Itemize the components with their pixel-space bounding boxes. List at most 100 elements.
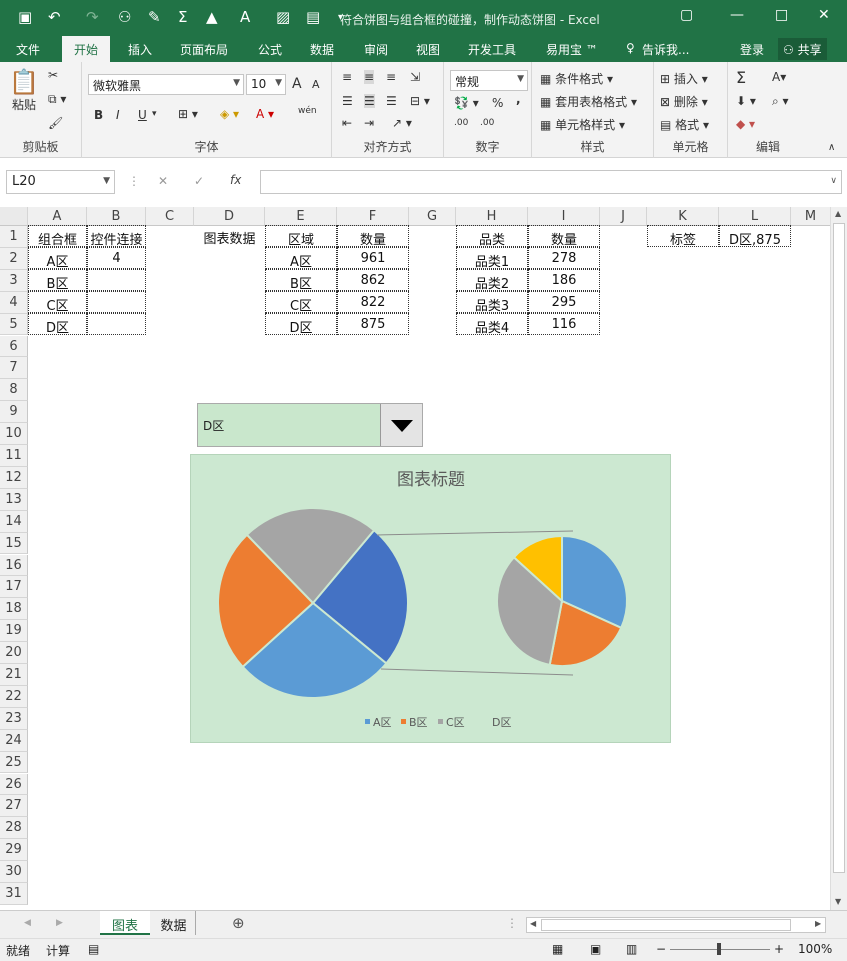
zoom-level[interactable]: 100% bbox=[798, 942, 832, 956]
column-header[interactable]: E bbox=[265, 207, 337, 226]
cell-l1[interactable]: D区,875 bbox=[719, 225, 791, 248]
scroll-down-icon[interactable]: ▼ bbox=[835, 897, 841, 906]
font-name-select[interactable]: 微软雅黑 ▼ bbox=[88, 74, 244, 95]
tab-easy[interactable]: 易用宝 ™ bbox=[546, 41, 598, 58]
picture-icon[interactable]: ▨ bbox=[276, 8, 290, 26]
hscroll-thumb[interactable] bbox=[541, 919, 791, 931]
row-header[interactable]: 14 bbox=[0, 510, 28, 533]
indent-decrease-icon[interactable]: ⇤ bbox=[342, 116, 352, 130]
decrease-decimal-button[interactable]: .00 bbox=[480, 118, 494, 128]
row-header[interactable]: 9 bbox=[0, 401, 28, 424]
merge-icon[interactable]: ⊟ ▾ bbox=[410, 94, 430, 108]
brush-icon[interactable]: ✎ bbox=[148, 8, 161, 26]
tab-file[interactable]: 文件 bbox=[16, 41, 40, 58]
row-header[interactable]: 15 bbox=[0, 532, 28, 555]
indent-increase-icon[interactable]: ⇥ bbox=[364, 116, 374, 130]
tab-developer[interactable]: 开发工具 bbox=[468, 41, 516, 58]
chevron-down-icon[interactable]: ▾ bbox=[152, 109, 157, 119]
sheet-tab-chart[interactable]: 图表 bbox=[100, 911, 150, 935]
row-header[interactable]: 8 bbox=[0, 379, 28, 402]
scroll-up-icon[interactable]: ▲ bbox=[835, 209, 841, 218]
column-header[interactable]: C bbox=[146, 207, 194, 226]
page-break-icon[interactable]: ▥ bbox=[626, 942, 637, 956]
maximize-icon[interactable]: □ bbox=[775, 7, 788, 23]
collapse-ribbon-icon[interactable]: ∧ bbox=[828, 142, 835, 153]
row-header[interactable]: 2 bbox=[0, 247, 28, 270]
row-header[interactable]: 26 bbox=[0, 773, 28, 796]
percent-button[interactable]: % bbox=[492, 96, 503, 110]
increase-decimal-button[interactable]: .00 bbox=[454, 118, 468, 128]
column-header[interactable]: D bbox=[194, 207, 265, 226]
row-header[interactable]: 27 bbox=[0, 795, 28, 818]
cell-e4[interactable]: C区 bbox=[265, 291, 337, 314]
cell-a2[interactable]: A区 bbox=[28, 247, 87, 270]
column-header[interactable]: M bbox=[791, 207, 830, 226]
font-color-icon[interactable]: A ▾ bbox=[256, 107, 274, 121]
sheet-tab-data[interactable]: 数据 bbox=[152, 911, 196, 935]
region-combo-box[interactable]: D区 bbox=[197, 403, 423, 447]
zoom-in-icon[interactable]: + bbox=[774, 942, 784, 956]
horizontal-scrollbar[interactable]: ◀ ▶ bbox=[526, 917, 826, 933]
comma-button[interactable]: , bbox=[516, 92, 521, 106]
cell-i5[interactable]: 116 bbox=[528, 313, 600, 335]
row-header[interactable]: 1 bbox=[0, 226, 28, 248]
align-right-icon[interactable]: ☰ bbox=[386, 94, 397, 108]
login-link[interactable]: 登录 bbox=[740, 41, 764, 58]
column-header[interactable]: B bbox=[87, 207, 146, 226]
fill-color-icon[interactable]: ◈ ▾ bbox=[220, 107, 239, 121]
clear-icon[interactable]: ◆ ▾ bbox=[736, 117, 755, 131]
scroll-thumb[interactable] bbox=[833, 223, 845, 873]
fx-icon[interactable]: fx bbox=[230, 173, 241, 187]
grow-font-button[interactable]: A bbox=[292, 76, 302, 92]
find-icon[interactable]: ⌕ ▾ bbox=[772, 94, 789, 109]
row-header[interactable]: 13 bbox=[0, 488, 28, 511]
tab-home[interactable]: 开始 bbox=[62, 36, 111, 62]
cut-icon[interactable]: ✂ bbox=[48, 68, 58, 82]
currency-icon[interactable]: 💱 ▾ bbox=[454, 96, 479, 110]
align-center-icon[interactable]: ☰ bbox=[364, 94, 375, 108]
page-layout-icon[interactable]: ▣ bbox=[590, 942, 601, 956]
cell-f5[interactable]: 875 bbox=[337, 313, 409, 335]
pie-of-pie-chart[interactable]: 图表标题 A区 B区 C区 D区 bbox=[190, 454, 671, 743]
cell-f3[interactable]: 862 bbox=[337, 269, 409, 291]
undo-icon[interactable]: ↶ bbox=[48, 8, 61, 26]
zoom-thumb[interactable] bbox=[717, 943, 721, 955]
format-as-table-button[interactable]: ▦ 套用表格格式 ▾ bbox=[540, 93, 637, 110]
cell-a3[interactable]: B区 bbox=[28, 269, 87, 292]
row-header[interactable]: 31 bbox=[0, 883, 28, 905]
cell-a1[interactable]: 组合框 bbox=[28, 225, 87, 248]
tab-data[interactable]: 数据 bbox=[310, 41, 334, 58]
fill-icon[interactable]: ▲ bbox=[206, 8, 218, 26]
cell-e2[interactable]: A区 bbox=[265, 247, 337, 270]
minimize-icon[interactable]: — bbox=[730, 7, 744, 23]
border-icon[interactable]: ⊞ ▾ bbox=[178, 107, 198, 121]
cell-h3[interactable]: 品类2 bbox=[456, 269, 528, 292]
sort-icon[interactable]: A▾ bbox=[772, 70, 786, 84]
row-header[interactable]: 24 bbox=[0, 729, 28, 752]
chart-icon[interactable]: ▤ bbox=[306, 8, 320, 26]
cell-b3[interactable] bbox=[87, 269, 146, 291]
paste-button[interactable]: 📋 粘贴 bbox=[8, 68, 40, 118]
row-header[interactable]: 20 bbox=[0, 642, 28, 664]
scroll-right-icon[interactable]: ▶ bbox=[815, 919, 821, 928]
phonetic-button[interactable]: wén bbox=[298, 106, 317, 116]
bold-button[interactable]: B bbox=[94, 108, 103, 122]
fill-down-icon[interactable]: ⬇ ▾ bbox=[736, 94, 756, 108]
copy-icon[interactable]: ⧉ ▾ bbox=[48, 92, 66, 107]
redo-icon[interactable]: ↷ bbox=[86, 8, 99, 26]
column-header[interactable]: J bbox=[600, 207, 647, 226]
cell-i1[interactable]: 数量 bbox=[528, 225, 600, 248]
row-header[interactable]: 6 bbox=[0, 335, 28, 358]
row-header[interactable]: 30 bbox=[0, 861, 28, 883]
cell-i3[interactable]: 186 bbox=[528, 269, 600, 291]
expand-icon[interactable]: ∨ bbox=[830, 176, 837, 186]
align-bottom-icon[interactable]: ≡ bbox=[386, 70, 396, 84]
column-header[interactable]: I bbox=[528, 207, 600, 226]
autosum-button[interactable]: Σ bbox=[736, 68, 746, 87]
row-header[interactable]: 10 bbox=[0, 423, 28, 445]
scroll-left-icon[interactable]: ◀ bbox=[530, 919, 536, 928]
cell-i2[interactable]: 278 bbox=[528, 247, 600, 269]
row-header[interactable]: 23 bbox=[0, 707, 28, 730]
ribbon-display-icon[interactable]: ▢ bbox=[680, 7, 693, 23]
row-header[interactable]: 28 bbox=[0, 817, 28, 840]
